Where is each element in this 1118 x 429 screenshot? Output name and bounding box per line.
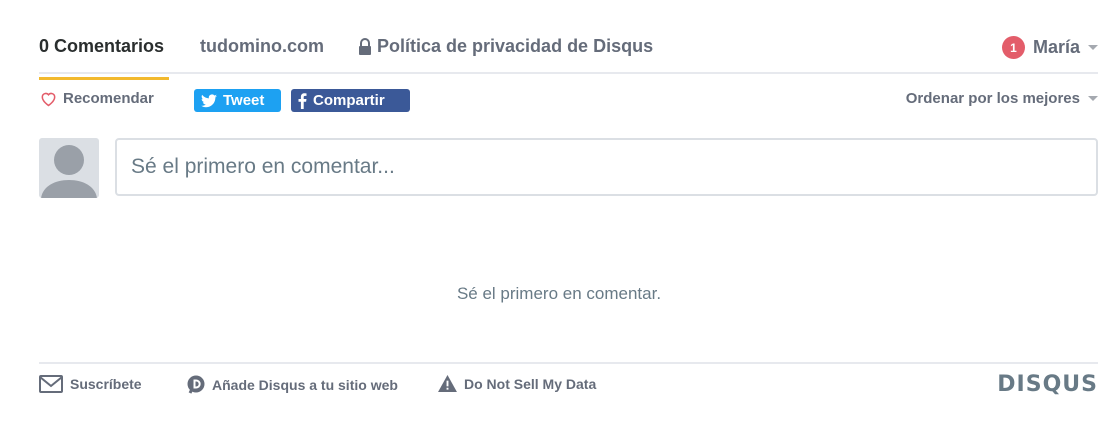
actions-bar: Recomendar Tweet Compartir Ordenar por l… xyxy=(39,88,1098,114)
sort-dropdown[interactable]: Ordenar por los mejores xyxy=(906,90,1098,107)
twitter-icon xyxy=(201,93,223,108)
comments-nav: 0 Comentarios tudomino.com Política de p… xyxy=(39,30,1098,80)
do-not-sell-label: Do Not Sell My Data xyxy=(464,375,597,392)
user-menu[interactable]: 1 María xyxy=(1001,36,1098,59)
share-label: Compartir xyxy=(313,92,385,109)
tweet-label: Tweet xyxy=(223,92,265,109)
active-tab-underline xyxy=(39,77,169,80)
avatar-placeholder xyxy=(39,138,99,198)
heart-icon xyxy=(39,90,63,107)
do-not-sell-link[interactable]: Do Not Sell My Data xyxy=(438,375,596,392)
facebook-share-button[interactable]: Compartir xyxy=(291,89,410,112)
tweet-button[interactable]: Tweet xyxy=(194,89,281,112)
subscribe-link[interactable]: Suscríbete xyxy=(39,375,142,393)
empty-state-message: Sé el primero en comentar. xyxy=(456,284,662,303)
tab-privacy-policy[interactable]: Política de privacidad de Disqus xyxy=(358,36,653,57)
recommend-button[interactable]: Recomendar xyxy=(39,90,154,107)
subscribe-label: Suscríbete xyxy=(70,376,142,392)
disqus-logo[interactable]: DISQUS xyxy=(997,372,1098,397)
facebook-icon xyxy=(298,92,313,109)
comment-input[interactable]: Sé el primero en comentar... xyxy=(115,138,1098,196)
caret-down-icon xyxy=(1088,96,1098,101)
tab-comments-label: 0 Comentarios xyxy=(39,36,165,56)
tab-site[interactable]: tudomino.com xyxy=(200,36,324,57)
caret-down-icon xyxy=(1088,45,1098,50)
recommend-label: Recomendar xyxy=(63,90,154,107)
add-disqus-link[interactable]: Añade Disqus a tu sitio web xyxy=(187,375,398,394)
envelope-icon xyxy=(39,375,70,393)
footer: Suscríbete Añade Disqus a tu sitio web D… xyxy=(39,372,1098,398)
notification-badge[interactable]: 1 xyxy=(1001,36,1025,59)
disqus-d-icon xyxy=(187,375,212,394)
comment-input-placeholder: Sé el primero en comentar... xyxy=(131,155,395,178)
lock-icon xyxy=(358,37,372,56)
warning-icon xyxy=(438,375,464,392)
nav-divider xyxy=(39,72,1098,74)
notification-count: 1 xyxy=(1010,40,1017,55)
tab-comments[interactable]: 0 Comentarios xyxy=(39,36,169,80)
tab-privacy-label: Política de privacidad de Disqus xyxy=(377,36,654,56)
user-name: María xyxy=(1032,37,1080,57)
add-disqus-label: Añade Disqus a tu sitio web xyxy=(212,376,398,393)
sort-label: Ordenar por los mejores xyxy=(905,90,1080,107)
footer-divider xyxy=(39,362,1098,364)
